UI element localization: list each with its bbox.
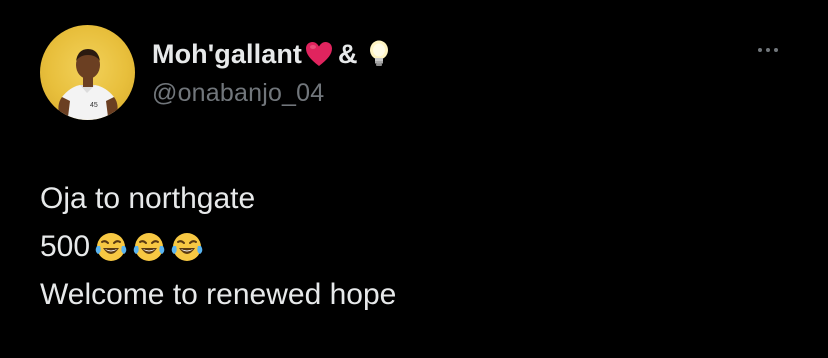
light-bulb-icon — [364, 39, 394, 69]
avatar-photo: 45 — [58, 49, 118, 120]
avatar[interactable]: 45 — [40, 25, 135, 120]
face-with-tears-of-joy-icon — [132, 230, 166, 264]
display-name[interactable]: Moh'gallant — [152, 39, 302, 70]
tweet-line-1: Oja to northgate — [40, 182, 256, 215]
tweet-line-3: Welcome to renewed hope — [40, 278, 397, 311]
username-handle[interactable]: @onabanjo_04 — [152, 79, 324, 108]
display-name-row[interactable]: Moh'gallant & — [152, 36, 394, 72]
tweet-line-2-text: 500 — [40, 230, 91, 263]
face-with-tears-of-joy-icon — [170, 230, 204, 264]
tweet-text: Oja to northgate 500 Welcome to renewed … — [40, 175, 396, 319]
face-with-tears-of-joy-icon — [94, 230, 128, 264]
tweet-line-2: 500 — [40, 223, 396, 271]
tweet-card: 45 Moh'gallant & @onabanjo_04 Oja to nor… — [0, 0, 828, 358]
red-heart-icon — [304, 39, 334, 69]
more-options-icon[interactable] — [752, 40, 784, 60]
svg-text:45: 45 — [90, 102, 98, 109]
name-ampersand: & — [338, 38, 358, 69]
